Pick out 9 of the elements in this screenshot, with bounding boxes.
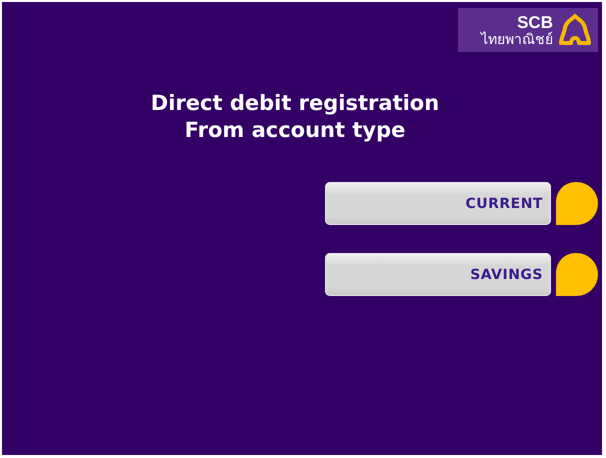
account-type-button[interactable]: CURRENT: [325, 182, 551, 225]
account-type-button[interactable]: SAVINGS: [325, 253, 551, 296]
logo-thai-name: ไทยพาณิชย์: [481, 32, 553, 46]
screen-title: From account type: [184, 117, 406, 144]
bell-emblem-icon: [558, 13, 592, 47]
side-key[interactable]: [556, 182, 598, 225]
side-key[interactable]: [556, 253, 598, 296]
screen-title: Direct debit registration: [150, 90, 440, 117]
logo-name: SCB: [517, 14, 553, 30]
